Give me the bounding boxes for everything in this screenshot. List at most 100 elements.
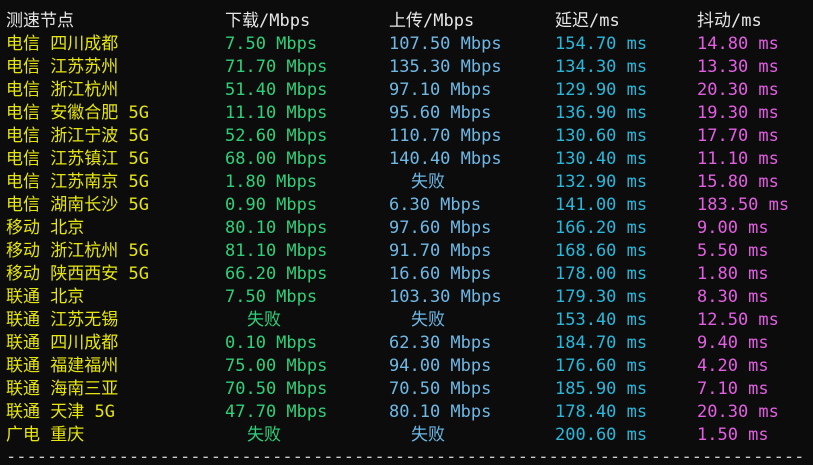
jitter-cell: 1.80 ms xyxy=(697,264,769,284)
table-row: 电信 江苏镇江 5G 68.00 Mbps 140.40 Mbps 130.40 ms… xyxy=(0,148,813,171)
latency-cell: 134.30 ms xyxy=(555,57,648,77)
upload-cell: 135.30 Mbps xyxy=(389,57,502,77)
latency-cell: 168.60 ms xyxy=(555,241,648,261)
latency-cell: 130.60 ms xyxy=(555,126,648,146)
download-cell: 66.20 Mbps xyxy=(225,264,328,284)
jitter-cell: 19.30 ms xyxy=(697,103,779,123)
table-row: 联通 江苏无锡 失败 失败 153.40 ms 12.50 ms xyxy=(0,309,813,332)
node-cell: 联通 福建福州 xyxy=(6,356,119,376)
latency-cell: 178.40 ms xyxy=(555,402,648,422)
upload-cell: 97.10 Mbps xyxy=(389,80,492,100)
upload-cell: 97.60 Mbps xyxy=(389,218,492,238)
header-upload: 上传/Mbps xyxy=(389,11,475,31)
node-cell: 移动 陕西西安 5G xyxy=(6,264,149,284)
node-cell: 电信 浙江宁波 5G xyxy=(6,126,149,146)
node-cell: 电信 安徽合肥 5G xyxy=(6,103,149,123)
upload-cell: 80.10 Mbps xyxy=(389,402,492,422)
upload-cell: 107.50 Mbps xyxy=(389,34,502,54)
download-cell: 47.70 Mbps xyxy=(225,402,328,422)
node-cell: 电信 江苏苏州 xyxy=(6,57,119,77)
node-cell: 电信 湖南长沙 5G xyxy=(6,195,149,215)
jitter-cell: 8.30 ms xyxy=(697,287,769,307)
node-cell: 联通 四川成都 xyxy=(6,333,119,353)
jitter-cell: 20.30 ms xyxy=(697,80,779,100)
table-row: 广电 重庆 失败 失败 200.60 ms 1.50 ms xyxy=(0,424,813,447)
header-download: 下载/Mbps xyxy=(225,11,311,31)
download-cell: 51.40 Mbps xyxy=(225,80,328,100)
jitter-cell: 12.50 ms xyxy=(697,310,779,330)
jitter-cell: 20.30 ms xyxy=(697,402,779,422)
download-cell: 68.00 Mbps xyxy=(225,149,328,169)
latency-cell: 184.70 ms xyxy=(555,333,648,353)
header-node: 测速节点 xyxy=(6,11,74,31)
latency-cell: 200.60 ms xyxy=(555,425,648,445)
jitter-cell: 4.20 ms xyxy=(697,356,769,376)
upload-cell: 失败 xyxy=(411,425,445,445)
latency-cell: 141.00 ms xyxy=(555,195,648,215)
divider-line: ----------------------------------------… xyxy=(6,449,805,465)
download-cell: 70.50 Mbps xyxy=(225,379,328,399)
node-cell: 联通 北京 xyxy=(6,287,85,307)
upload-cell: 95.60 Mbps xyxy=(389,103,492,123)
upload-cell: 16.60 Mbps xyxy=(389,264,492,284)
upload-cell: 62.30 Mbps xyxy=(389,333,492,353)
table-row: 移动 北京 80.10 Mbps 97.60 Mbps 166.20 ms 9.00 m… xyxy=(0,217,813,240)
node-cell: 移动 北京 xyxy=(6,218,85,238)
table-row: 电信 安徽合肥 5G 11.10 Mbps 95.60 Mbps 136.90 ms 1… xyxy=(0,102,813,125)
jitter-cell: 7.10 ms xyxy=(697,379,769,399)
download-cell: 11.10 Mbps xyxy=(225,103,328,123)
table-row: 联通 海南三亚 70.50 Mbps 70.50 Mbps 185.90 ms 7.10… xyxy=(0,378,813,401)
upload-cell: 失败 xyxy=(411,310,445,330)
upload-cell: 91.70 Mbps xyxy=(389,241,492,261)
latency-cell: 130.40 ms xyxy=(555,149,648,169)
latency-cell: 185.90 ms xyxy=(555,379,648,399)
jitter-cell: 17.70 ms xyxy=(697,126,779,146)
node-cell: 联通 天津 5G xyxy=(6,402,115,422)
table-row: 联通 天津 5G 47.70 Mbps 80.10 Mbps 178.40 ms 20.… xyxy=(0,401,813,424)
table-row: 电信 浙江杭州 51.40 Mbps 97.10 Mbps 129.90 ms 20.3… xyxy=(0,79,813,102)
table-row: 移动 浙江杭州 5G 81.10 Mbps 91.70 Mbps 168.60 ms 5… xyxy=(0,240,813,263)
table-header: 测速节点 下载/Mbps 上传/Mbps 延迟/ms 抖动/ms xyxy=(0,10,813,33)
node-cell: 电信 江苏南京 5G xyxy=(6,172,149,192)
jitter-cell: 183.50 ms xyxy=(697,195,790,215)
download-cell: 75.00 Mbps xyxy=(225,356,328,376)
download-cell: 80.10 Mbps xyxy=(225,218,328,238)
download-cell: 失败 xyxy=(247,310,281,330)
download-cell: 52.60 Mbps xyxy=(225,126,328,146)
table-row: 联通 四川成都 0.10 Mbps 62.30 Mbps 184.70 ms 9.40 … xyxy=(0,332,813,355)
download-cell: 0.10 Mbps xyxy=(225,333,318,353)
jitter-cell: 9.40 ms xyxy=(697,333,769,353)
latency-cell: 136.90 ms xyxy=(555,103,648,123)
terminal-window[interactable]: 测速节点 下载/Mbps 上传/Mbps 延迟/ms 抖动/ms 电信 四川成都… xyxy=(0,0,813,465)
latency-cell: 132.90 ms xyxy=(555,172,648,192)
download-cell: 81.10 Mbps xyxy=(225,241,328,261)
upload-cell: 70.50 Mbps xyxy=(389,379,492,399)
upload-cell: 110.70 Mbps xyxy=(389,126,502,146)
table-row: 电信 江苏南京 5G 1.80 Mbps 失败 132.90 ms 15.80 ms xyxy=(0,171,813,194)
node-cell: 联通 海南三亚 xyxy=(6,379,119,399)
table-row: 电信 浙江宁波 5G 52.60 Mbps 110.70 Mbps 130.60 ms… xyxy=(0,125,813,148)
node-cell: 电信 四川成都 xyxy=(6,34,119,54)
jitter-cell: 9.00 ms xyxy=(697,218,769,238)
table-row: 电信 江苏苏州 71.70 Mbps 135.30 Mbps 134.30 ms 13.… xyxy=(0,56,813,79)
latency-cell: 178.00 ms xyxy=(555,264,648,284)
upload-cell: 失败 xyxy=(411,172,445,192)
table-row: 联通 福建福州 75.00 Mbps 94.00 Mbps 176.60 ms 4.20… xyxy=(0,355,813,378)
jitter-cell: 14.80 ms xyxy=(697,34,779,54)
download-cell: 1.80 Mbps xyxy=(225,172,318,192)
latency-cell: 153.40 ms xyxy=(555,310,648,330)
jitter-cell: 15.80 ms xyxy=(697,172,779,192)
jitter-cell: 13.30 ms xyxy=(697,57,779,77)
node-cell: 广电 重庆 xyxy=(6,425,85,445)
upload-cell: 94.00 Mbps xyxy=(389,356,492,376)
download-cell: 71.70 Mbps xyxy=(225,57,328,77)
jitter-cell: 5.50 ms xyxy=(697,241,769,261)
node-cell: 联通 江苏无锡 xyxy=(6,310,119,330)
latency-cell: 176.60 ms xyxy=(555,356,648,376)
table-row: 移动 陕西西安 5G 66.20 Mbps 16.60 Mbps 178.00 ms 1… xyxy=(0,263,813,286)
download-cell: 7.50 Mbps xyxy=(225,34,318,54)
node-cell: 电信 江苏镇江 5G xyxy=(6,149,149,169)
header-latency: 延迟/ms xyxy=(555,11,620,31)
download-cell: 7.50 Mbps xyxy=(225,287,318,307)
latency-cell: 129.90 ms xyxy=(555,80,648,100)
